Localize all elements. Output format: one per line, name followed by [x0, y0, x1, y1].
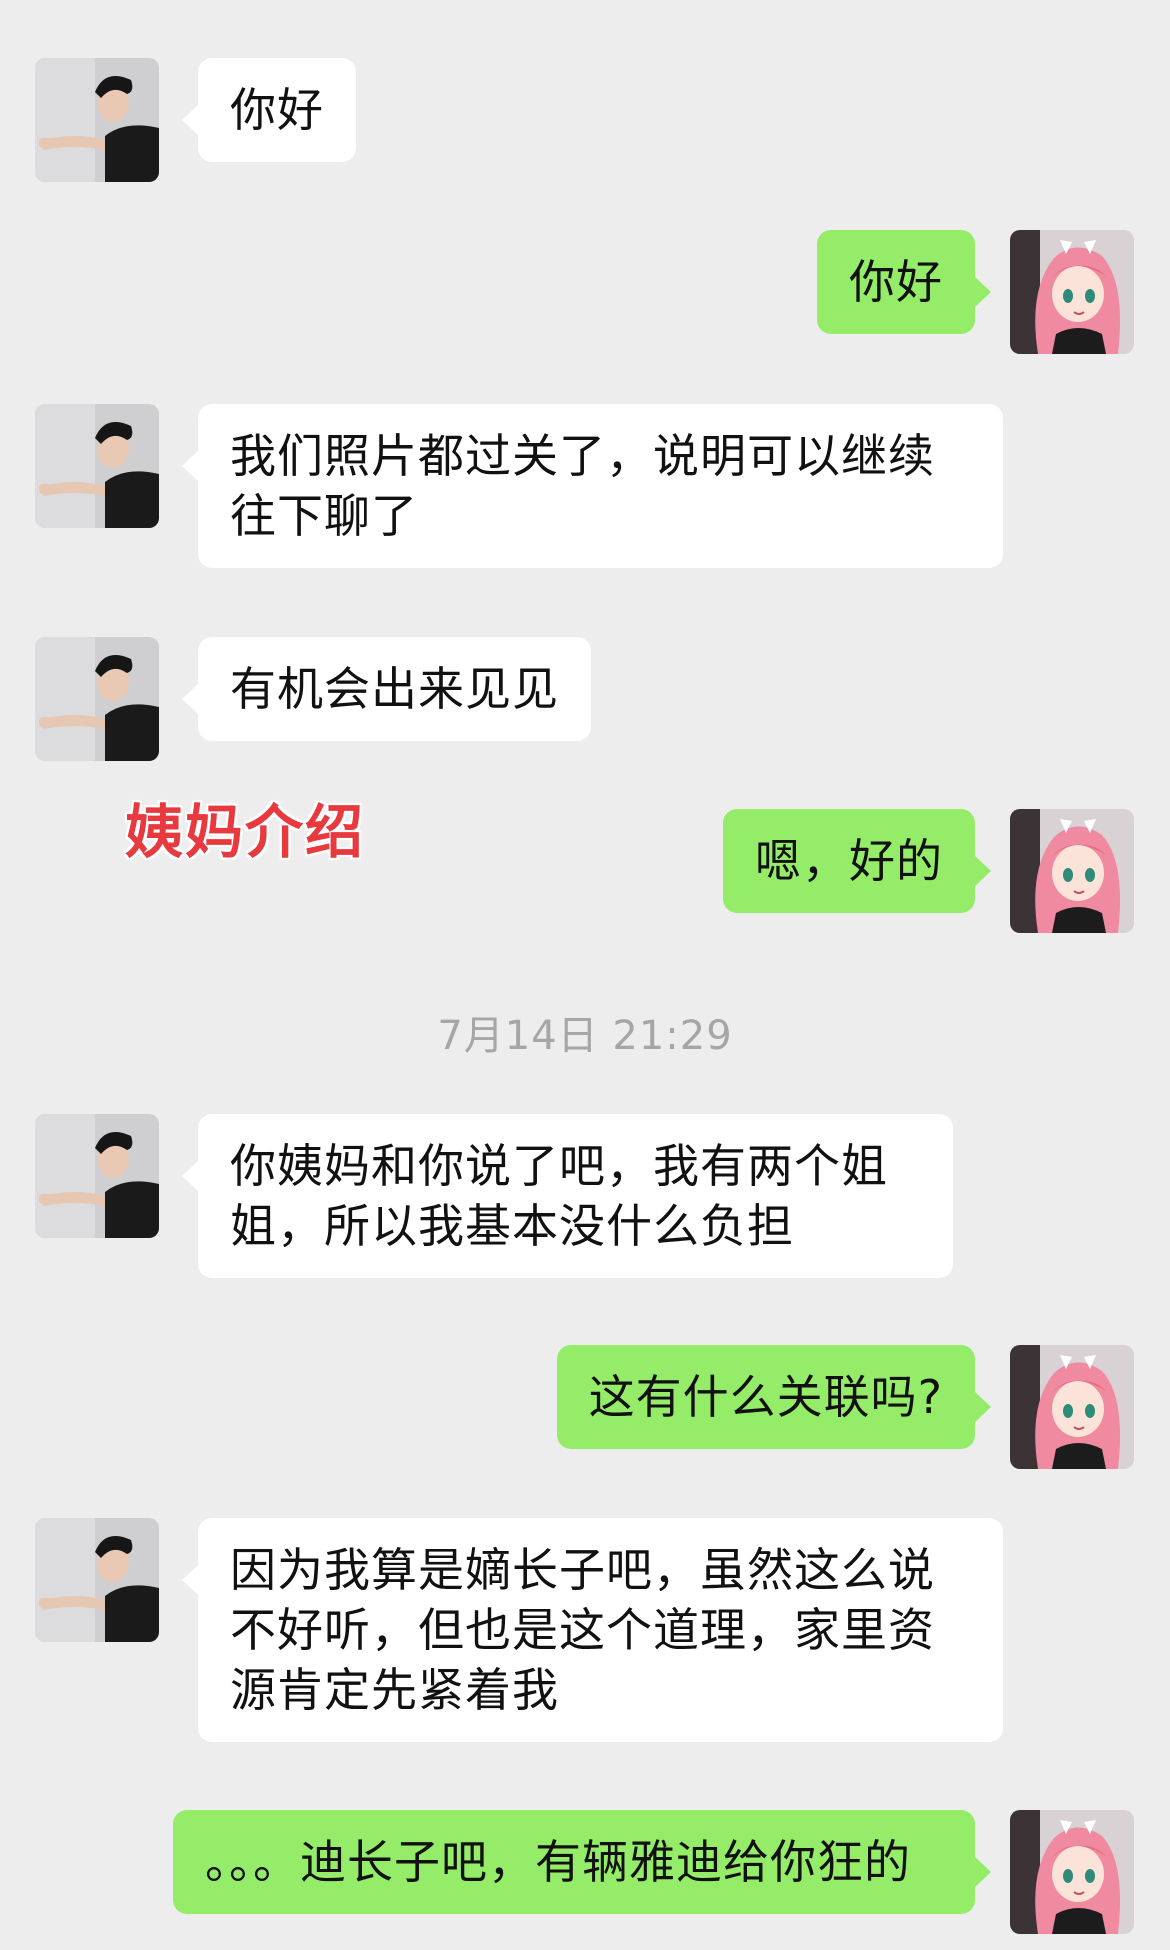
- incoming-message-bubble[interactable]: 因为我算是嫡长子吧，虽然这么说不好听，但也是这个道理，家里资源肯定先紧着我: [182, 1518, 1003, 1742]
- outgoing-message-bubble[interactable]: 你好: [817, 230, 991, 334]
- male-avatar-icon: [35, 1518, 159, 1642]
- anime-girl-avatar-icon: [1010, 809, 1134, 933]
- contact-avatar[interactable]: [35, 58, 159, 182]
- contact-avatar[interactable]: [35, 637, 159, 761]
- outgoing-message-bubble[interactable]: 。。。迪长子吧，有辆雅迪给你狂的: [173, 1810, 991, 1914]
- anime-girl-avatar-icon: [1010, 1810, 1134, 1934]
- chat-view: 你好 你好 我们照片都过关了，说明可以继续往下聊了 有机会出来见见 姨妈介绍 嗯…: [0, 0, 1170, 1950]
- self-avatar[interactable]: [1010, 1810, 1134, 1934]
- anime-girl-avatar-icon: [1010, 1345, 1134, 1469]
- male-avatar-icon: [35, 1114, 159, 1238]
- outgoing-message-bubble[interactable]: 这有什么关联吗?: [556, 1345, 992, 1449]
- annotation-label: 姨妈介绍: [125, 798, 366, 866]
- contact-avatar[interactable]: [35, 404, 159, 528]
- chat-timestamp: 7月14日 21:29: [437, 1013, 733, 1059]
- self-avatar[interactable]: [1010, 230, 1134, 354]
- contact-avatar[interactable]: [35, 1114, 159, 1238]
- incoming-message-bubble[interactable]: 你好: [182, 58, 356, 162]
- male-avatar-icon: [35, 58, 159, 182]
- contact-avatar[interactable]: [35, 1518, 159, 1642]
- outgoing-message-bubble[interactable]: 嗯，好的: [723, 809, 991, 913]
- incoming-message-bubble[interactable]: 你姨妈和你说了吧，我有两个姐姐，所以我基本没什么负担: [182, 1114, 953, 1278]
- male-avatar-icon: [35, 637, 159, 761]
- self-avatar[interactable]: [1010, 1345, 1134, 1469]
- incoming-message-bubble[interactable]: 我们照片都过关了，说明可以继续往下聊了: [182, 404, 1003, 568]
- male-avatar-icon: [35, 404, 159, 528]
- anime-girl-avatar-icon: [1010, 230, 1134, 354]
- self-avatar[interactable]: [1010, 809, 1134, 933]
- incoming-message-bubble[interactable]: 有机会出来见见: [182, 637, 591, 741]
